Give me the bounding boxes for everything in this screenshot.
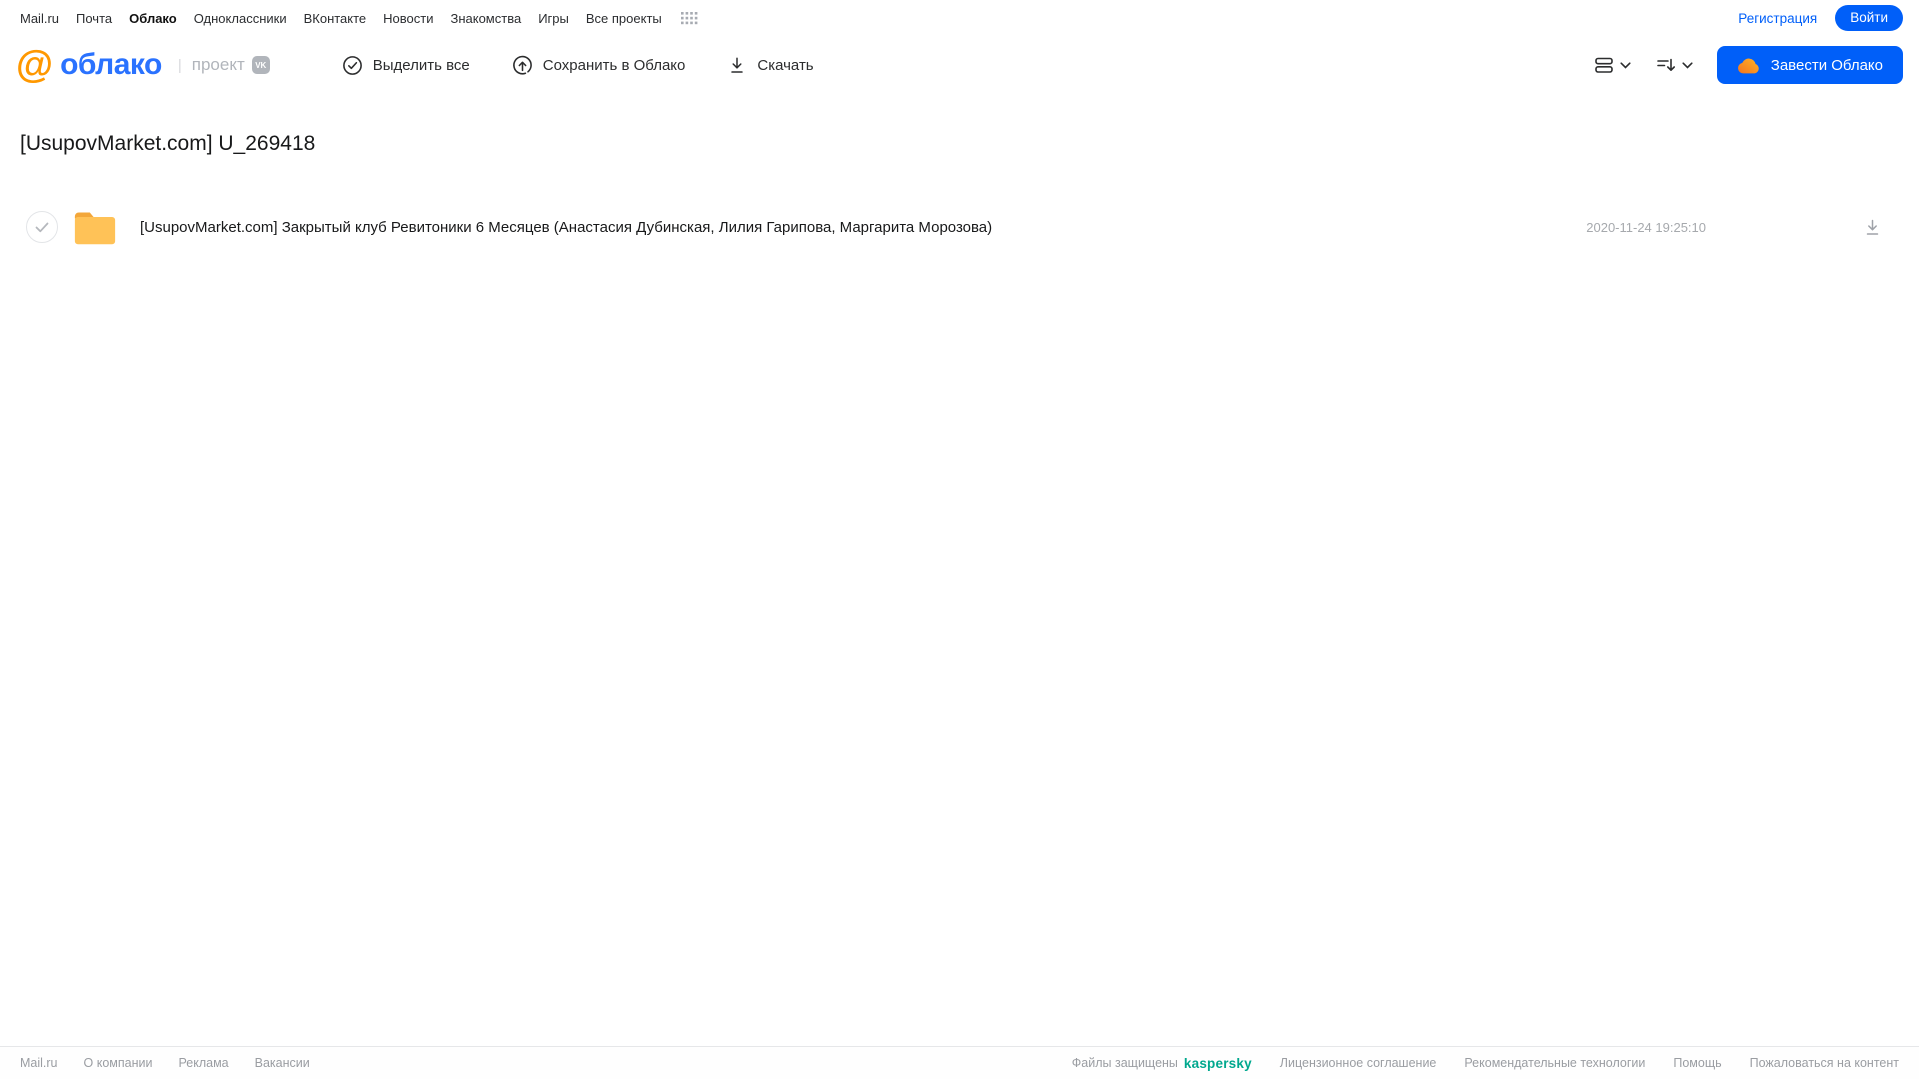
- download-icon: [731, 57, 744, 73]
- select-all-label: Выделить все: [372, 56, 470, 74]
- mailru-at-icon: @: [16, 44, 54, 86]
- logo-wordmark: облако: [60, 48, 162, 81]
- vk-logo-icon: VK: [251, 56, 270, 74]
- footer-link-report[interactable]: Пожаловаться на контент: [1750, 1056, 1899, 1070]
- select-all-button[interactable]: Выделить все: [342, 55, 470, 76]
- page-footer: Mail.ru О компании Реклама Вакансии Файл…: [0, 1046, 1919, 1079]
- view-mode-selector[interactable]: [1593, 55, 1631, 75]
- cloud-logo[interactable]: @ облако: [16, 46, 162, 84]
- footer-link-mailru[interactable]: Mail.ru: [20, 1056, 58, 1070]
- topnav-item-novosti[interactable]: Новости: [383, 11, 433, 26]
- save-to-cloud-label: Сохранить в Облако: [542, 56, 686, 74]
- kaspersky-logo[interactable]: kaspersky: [1184, 1056, 1252, 1071]
- portal-topnav: Mail.ru Почта Облако Одноклассники ВКонт…: [0, 0, 1919, 36]
- file-actions-toolbar: Выделить все Сохранить в Облако Скачать: [342, 55, 814, 76]
- vk-project-tag: | проект VK: [178, 55, 270, 75]
- sort-icon: [1656, 58, 1675, 71]
- kaspersky-protection: Файлы защищены kaspersky: [1072, 1056, 1252, 1071]
- logo-separator: |: [177, 56, 182, 74]
- login-button[interactable]: Войти: [1835, 5, 1903, 31]
- topnav-item-mailru[interactable]: Mail.ru: [20, 11, 59, 26]
- topnav-item-oblako[interactable]: Облако: [129, 11, 177, 26]
- cloud-icon: [1737, 58, 1759, 73]
- protected-by-label: Файлы защищены: [1071, 1056, 1178, 1070]
- footer-link-company[interactable]: О компании: [84, 1056, 153, 1070]
- download-label: Скачать: [757, 56, 814, 74]
- get-cloud-button[interactable]: Завести Облако: [1716, 46, 1903, 84]
- sort-selector[interactable]: [1655, 55, 1693, 75]
- footer-link-jobs[interactable]: Вакансии: [255, 1056, 310, 1070]
- footer-link-help[interactable]: Помощь: [1673, 1056, 1721, 1070]
- get-cloud-label: Завести Облако: [1770, 56, 1883, 74]
- header-right-controls: Завести Облако: [1593, 46, 1903, 84]
- page-title: [UsupovMarket.com] U_269418: [20, 132, 316, 155]
- footer-link-license[interactable]: Лицензионное соглашение: [1280, 1056, 1437, 1070]
- topnav-item-odnoklassniki[interactable]: Одноклассники: [194, 11, 287, 26]
- row-checkbox[interactable]: [26, 211, 58, 243]
- folder-icon: [74, 212, 116, 245]
- row-download-button[interactable]: [1863, 218, 1882, 237]
- project-label: проект: [191, 55, 245, 74]
- download-icon: [1866, 219, 1879, 235]
- save-to-cloud-button[interactable]: Сохранить в Облако: [512, 55, 686, 76]
- file-date: 2020-11-24 19:25:10: [1586, 219, 1706, 235]
- register-link[interactable]: Регистрация: [1738, 11, 1817, 26]
- topnav-item-igry[interactable]: Игры: [538, 11, 569, 26]
- cloud-upload-icon: [512, 55, 532, 75]
- topnav-item-znakomstva[interactable]: Знакомства: [450, 11, 521, 26]
- chevron-down-icon: [1682, 61, 1693, 69]
- topnav-item-vse-proekty[interactable]: Все проекты: [586, 11, 662, 26]
- file-row[interactable]: [UsupovMarket.com] Закрытый клуб Ревитон…: [0, 202, 1919, 252]
- topnav-item-pochta[interactable]: Почта: [76, 11, 112, 26]
- footer-link-ads[interactable]: Реклама: [178, 1056, 228, 1070]
- footer-link-recommendations[interactable]: Рекомендательные технологии: [1464, 1056, 1645, 1070]
- topnav-auth: Регистрация Войти: [1738, 5, 1903, 31]
- chevron-down-icon: [1620, 61, 1631, 69]
- check-icon: [35, 222, 49, 232]
- footer-left-links: Mail.ru О компании Реклама Вакансии: [20, 1056, 310, 1070]
- list-view-icon: [1594, 57, 1613, 73]
- check-circle-icon: [342, 55, 362, 75]
- topnav-item-vkontakte[interactable]: ВКонтакте: [304, 11, 367, 26]
- download-button[interactable]: Скачать: [727, 55, 814, 75]
- cloud-header: @ облако | проект VK Выделить все Сохран…: [0, 36, 1919, 94]
- file-name-link[interactable]: [UsupovMarket.com] Закрытый клуб Ревитон…: [140, 219, 1586, 236]
- portal-links: Mail.ru Почта Облако Одноклассники ВКонт…: [20, 11, 698, 26]
- all-projects-grid-icon[interactable]: [680, 11, 698, 25]
- footer-right-links: Файлы защищены kaspersky Лицензионное со…: [1072, 1056, 1899, 1071]
